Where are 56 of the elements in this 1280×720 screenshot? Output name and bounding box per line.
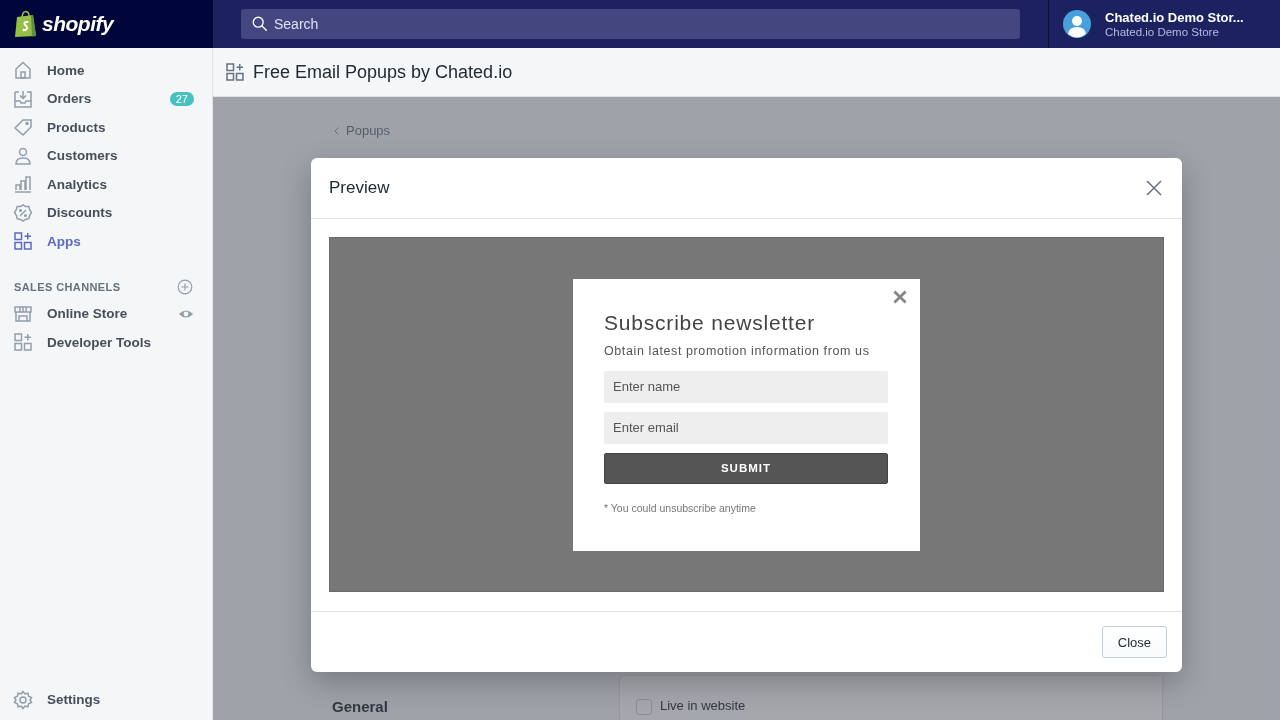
person-icon (13, 145, 33, 166)
avatar-icon[interactable] (1063, 10, 1091, 38)
bar-chart-icon (13, 174, 33, 195)
gear-icon (13, 689, 33, 710)
submit-button[interactable]: SUBMIT (604, 452, 888, 484)
sidebar-item-label: Settings (47, 692, 102, 708)
checkbox[interactable] (636, 699, 652, 715)
sidebar-item[interactable]: Developer Tools (0, 328, 212, 357)
input-field[interactable]: Enter email (604, 411, 888, 444)
close-button[interactable]: Close (1101, 626, 1167, 658)
search-icon (251, 15, 269, 33)
sidebar-item[interactable]: Online Store (0, 299, 212, 328)
sidebar-item[interactable]: Customers (0, 141, 212, 170)
sidebar-item-label: Developer Tools (47, 334, 153, 350)
sidebar-item-label: Customers (47, 148, 119, 164)
sidebar-item-label: Products (47, 119, 107, 135)
apps-grid-icon (13, 231, 33, 252)
checkbox-label: Live in website (660, 698, 746, 713)
section-heading: SALES CHANNELS (14, 280, 121, 293)
popup-title: Subscribe newsletter (604, 310, 816, 335)
search-field[interactable]: Search (241, 9, 1020, 39)
sidebar-item[interactable]: Apps (0, 227, 212, 256)
app-title: Free Email Popups by Chated.io (253, 61, 513, 83)
sidebar-item-label: Apps (47, 233, 82, 249)
popup-subtitle: Obtain latest promotion information from us (604, 343, 871, 358)
sidebar-item[interactable]: Products (0, 113, 212, 142)
close-icon[interactable] (1144, 178, 1164, 198)
popup-note: * You could unsubscribe anytime (604, 501, 757, 514)
store-name: Chated.io Demo Store (1105, 26, 1220, 38)
sidebar-item[interactable]: Settings (0, 685, 212, 714)
apps-grid-icon (225, 62, 245, 82)
storefront-icon (13, 303, 33, 324)
tag-icon (13, 117, 33, 138)
sidebar-item[interactable]: Discounts (0, 198, 212, 227)
apps-grid-icon (13, 332, 33, 353)
inbox-download-icon (13, 88, 33, 109)
sidebar-item-label: Home (47, 62, 86, 78)
logo-wordmark[interactable]: shopify (42, 12, 114, 36)
sidebar-item-label: Orders (47, 91, 93, 107)
input-field[interactable]: Enter name (604, 370, 888, 403)
account-name[interactable]: Chated.io Demo Stor... (1105, 10, 1244, 25)
section-title: General (332, 698, 389, 717)
close-icon[interactable] (892, 288, 908, 305)
sidebar-item[interactable]: Orders 27 (0, 84, 212, 113)
sidebar-item-label: Analytics (47, 176, 109, 192)
count-badge: 27 (169, 91, 194, 106)
chevron-left-icon (332, 124, 342, 137)
add-circle-icon[interactable] (177, 278, 193, 295)
shopping-bag-icon (14, 10, 38, 38)
sidebar-item-label: Online Store (47, 306, 129, 322)
dialog-title: Preview (329, 178, 390, 198)
percent-badge-icon (13, 202, 33, 223)
sidebar-item[interactable]: Analytics (0, 170, 212, 199)
home-icon (13, 60, 33, 81)
sidebar-item[interactable]: Home (0, 56, 212, 85)
sidebar-item-label: Discounts (47, 205, 114, 221)
